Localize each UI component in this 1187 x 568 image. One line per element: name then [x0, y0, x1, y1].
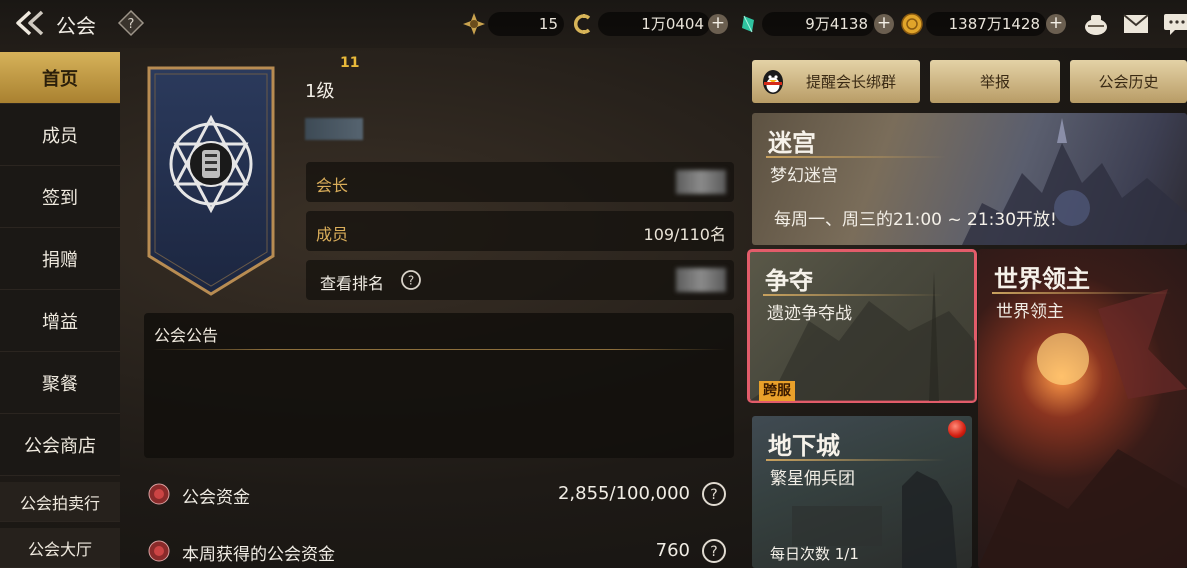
svg-text:?: ? [128, 17, 135, 32]
card-divider [763, 294, 943, 296]
resource-coin-c: 1万0404 [598, 12, 710, 36]
notification-dot [948, 420, 966, 438]
chat-icon[interactable] [1162, 12, 1187, 36]
nav-item-label: 公会大厅 [27, 539, 92, 559]
ranking-row[interactable]: 查看排名 ? [306, 260, 734, 300]
nav-item-buff[interactable]: 增益 [0, 290, 120, 352]
members-value: 109/110名 [643, 225, 726, 244]
svg-text:?: ? [710, 487, 717, 503]
weekly-funds-value: 760 [655, 540, 690, 561]
members-row: 成员 109/110名 [306, 211, 734, 251]
svg-text:?: ? [408, 274, 414, 288]
resource-coin-c-value: 1万0404 [641, 15, 704, 33]
nav-item-label: 首页 [42, 68, 78, 90]
resource-gold-value: 1387万1428 [948, 15, 1040, 33]
card-maze[interactable]: 迷宫 梦幻迷宫 每周一、周三的21:00 ~ 21:30开放! [752, 113, 1187, 245]
top-bar: 公会 ? 15 1万0404 + 9万4138 + 1387万1428 + [0, 0, 1187, 48]
nav-item-home[interactable]: 首页 [0, 52, 120, 104]
nav-item-label: 签到 [42, 187, 78, 209]
guild-funds-value: 2,855/100,000 [557, 483, 690, 504]
weekly-funds-label: 本周获得的公会资金 [182, 545, 335, 565]
nav-item-donate[interactable]: 捐赠 [0, 228, 120, 290]
guild-funds-label: 公会资金 [182, 488, 250, 508]
notice-title: 公会公告 [154, 326, 219, 345]
card-world-boss-subtitle: 世界领主 [996, 302, 1064, 322]
resource-energy: 15 [488, 12, 564, 36]
card-divider [766, 459, 946, 461]
guild-emblem-banner[interactable] [145, 66, 277, 296]
gold-coin-icon [901, 13, 923, 35]
leader-row: 会长 [306, 162, 734, 202]
guild-level-number: 11 [340, 55, 360, 71]
ranking-help-icon[interactable]: ? [400, 269, 422, 291]
svg-text:?: ? [710, 544, 717, 560]
funds-help-icon[interactable]: ? [700, 480, 728, 508]
guild-history-label: 公会历史 [1098, 73, 1159, 91]
card-divider [992, 292, 1172, 294]
ranking-redacted [676, 268, 726, 292]
add-coin-c-button[interactable]: + [708, 14, 728, 34]
nav-item-checkin[interactable]: 签到 [0, 166, 120, 228]
guild-fund-icon [148, 483, 170, 505]
back-arrow-icon[interactable] [12, 8, 46, 38]
nav-item-label: 聚餐 [42, 373, 78, 395]
add-crystal-button[interactable]: + [874, 14, 894, 34]
guild-name-redacted [305, 118, 363, 140]
card-contest-title: 争夺 [765, 267, 813, 295]
members-label: 成员 [316, 225, 349, 244]
weekly-funds-row: 本周获得的公会资金 760 ? [148, 537, 738, 567]
card-world-boss-title: 世界领主 [994, 265, 1090, 293]
help-icon[interactable]: ? [117, 9, 145, 37]
ranking-label: 查看排名 [320, 274, 385, 293]
dungeon-daily-count: 每日次数 1/1 [770, 545, 859, 563]
remind-leader-button[interactable]: 提醒会长绑群 [752, 60, 920, 103]
weekly-funds-help-icon[interactable]: ? [700, 537, 728, 565]
resource-crystal-value: 9万4138 [805, 15, 868, 33]
nav-item-label: 捐赠 [42, 249, 78, 271]
nav-item-hall[interactable]: 公会大厅 [0, 528, 120, 568]
resource-energy-value: 15 [538, 15, 558, 33]
card-maze-schedule: 每周一、周三的21:00 ~ 21:30开放! [774, 210, 1057, 230]
card-maze-title: 迷宫 [768, 129, 816, 157]
guild-fund-icon [148, 540, 170, 562]
nav-item-label: 成员 [42, 125, 78, 147]
card-divider [766, 156, 946, 158]
resource-gold: 1387万1428 [926, 12, 1046, 36]
guild-funds-row: 公会资金 2,855/100,000 ? [148, 480, 738, 510]
report-label: 举报 [979, 73, 1010, 91]
resource-crystal: 9万4138 [762, 12, 874, 36]
page-title: 公会 [56, 14, 96, 38]
add-gold-button[interactable]: + [1046, 14, 1066, 34]
energy-icon [463, 13, 485, 35]
cross-server-badge: 跨服 [759, 381, 795, 401]
card-world-boss[interactable]: 世界领主 世界领主 [978, 249, 1187, 568]
mail-icon[interactable] [1122, 12, 1150, 36]
qq-penguin-icon [763, 70, 783, 94]
remind-leader-label: 提醒会长绑群 [805, 73, 896, 91]
coin-c-icon [573, 14, 591, 34]
nav-item-label: 公会商店 [24, 435, 96, 457]
guild-history-button[interactable]: 公会历史 [1070, 60, 1187, 103]
guild-level-text: 1级 [305, 81, 335, 102]
card-dungeon-subtitle: 繁星佣兵团 [770, 469, 855, 489]
notice-divider [152, 349, 726, 350]
bag-icon[interactable] [1082, 12, 1110, 36]
nav-item-feast[interactable]: 聚餐 [0, 352, 120, 414]
nav-item-label: 公会拍卖行 [19, 493, 100, 513]
card-dungeon[interactable]: 地下城 繁星佣兵团 每日次数 1/1 [752, 416, 972, 568]
nav-item-shop[interactable]: 公会商店 [0, 414, 120, 476]
card-maze-subtitle: 梦幻迷宫 [770, 166, 838, 186]
report-button[interactable]: 举报 [930, 60, 1060, 103]
leader-name-redacted [676, 170, 726, 194]
card-contest-subtitle: 遗迹争夺战 [767, 304, 852, 324]
nav-item-label: 增益 [42, 311, 78, 333]
leader-label: 会长 [316, 176, 349, 195]
nav-item-members[interactable]: 成员 [0, 104, 120, 166]
sidebar-nav: 首页 成员 签到 捐赠 增益 聚餐 公会商店 公会拍卖行 公会大厅 [0, 52, 120, 568]
crystal-icon [742, 15, 754, 33]
nav-item-auction[interactable]: 公会拍卖行 [0, 482, 120, 522]
card-contest[interactable]: 争夺 遗迹争夺战 跨服 [747, 249, 977, 403]
card-dungeon-title: 地下城 [768, 432, 840, 460]
guild-notice-panel: 公会公告 [144, 313, 734, 458]
